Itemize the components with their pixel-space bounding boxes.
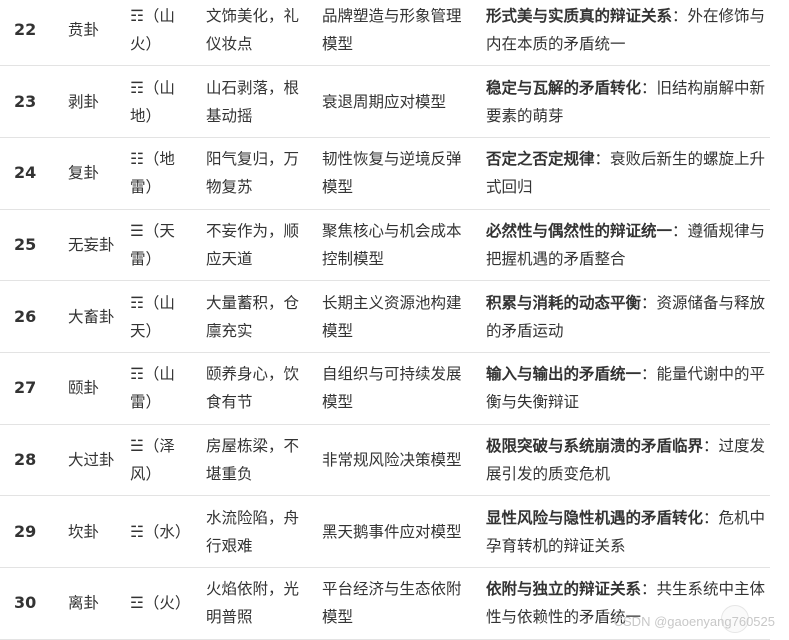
model-text: 衰退周期应对模型: [316, 65, 478, 138]
row-number: 28: [0, 424, 60, 497]
dialectic-cell: 否定之否定规律：衰败后新生的螺旋上升式回归: [478, 137, 770, 210]
model-text: 品牌塑造与形象管理模型: [316, 0, 478, 67]
trigram-icon: ☵: [130, 522, 144, 541]
hexagram-symbol-cell: ☷（地雷）: [124, 137, 200, 210]
trigram-icon: ☶: [130, 293, 144, 312]
dialectic-cell: 输入与输出的矛盾统一：能量代谢中的平衡与失衡辩证: [478, 352, 770, 425]
hexagram-symbol-cell: ☶（山地）: [124, 65, 200, 138]
hexagram-name: 颐卦: [60, 352, 124, 425]
image-text: 水流险陷，舟行艰难: [200, 495, 316, 568]
hexagram-symbol-cell: ☶（山雷）: [124, 352, 200, 425]
dialectic-cell: 积累与消耗的动态平衡：资源储备与释放的矛盾运动: [478, 280, 770, 353]
dialectic-cell: 形式美与实质真的辩证关系：外在修饰与内在本质的矛盾统一: [478, 0, 770, 67]
table-row: 25 无妄卦 ☰（天雷） 不妄作为，顺应天道 聚焦核心与机会成本控制模型 必然性与偶然性的…: [0, 209, 770, 282]
dialectic-keyword: 极限突破与系统崩溃的矛盾临界: [486, 436, 704, 455]
dialectic-keyword: 输入与输出的矛盾统一: [486, 365, 642, 384]
hexagram-name: 剥卦: [60, 65, 124, 138]
dialectic-keyword: 显性风险与隐性机遇的矛盾转化: [486, 508, 704, 527]
table-row: 23 剥卦 ☶（山地） 山石剥落，根基动摇 衰退周期应对模型 稳定与瓦解的矛盾转化：旧结构…: [0, 65, 770, 138]
table-row: 26 大畜卦 ☶（山天） 大量蓄积，仓廪充实 长期主义资源池构建模型 积累与消耗的动态平衡…: [0, 280, 770, 353]
row-number: 23: [0, 65, 60, 138]
image-text: 阳气复归，万物复苏: [200, 137, 316, 210]
dialectic-keyword: 积累与消耗的动态平衡: [486, 293, 642, 312]
model-text: 长期主义资源池构建模型: [316, 280, 478, 353]
trigram-icon: ☱: [130, 436, 144, 455]
table-row: 24 复卦 ☷（地雷） 阳气复归，万物复苏 韧性恢复与逆境反弹模型 否定之否定规律：衰败后…: [0, 137, 770, 210]
dialectic-cell: 稳定与瓦解的矛盾转化：旧结构崩解中新要素的萌芽: [478, 65, 770, 138]
table-row: 27 颐卦 ☶（山雷） 颐养身心，饮食有节 自组织与可持续发展模型 输入与输出的矛盾统一：…: [0, 352, 770, 425]
trigram-icon: ☶: [130, 6, 144, 25]
trigram-label: （火）: [143, 594, 191, 613]
image-text: 颐养身心，饮食有节: [200, 352, 316, 425]
trigram-icon: ☶: [130, 78, 144, 97]
trigram-icon: ☲: [130, 594, 144, 613]
trigram-label: （水）: [143, 522, 191, 541]
trigram-icon: ☶: [130, 365, 144, 384]
hexagram-name: 大过卦: [60, 424, 124, 497]
image-text: 大量蓄积，仓廪充实: [200, 280, 316, 353]
hexagram-symbol-cell: ☲（火）: [124, 567, 200, 640]
row-number: 29: [0, 495, 60, 568]
image-text: 文饰美化，礼仪妆点: [200, 0, 316, 67]
table-row: 29 坎卦 ☵（水） 水流险陷，舟行艰难 黑天鹅事件应对模型 显性风险与隐性机遇的矛盾转化…: [0, 495, 770, 568]
image-text: 火焰依附，光明普照: [200, 567, 316, 640]
image-text: 不妄作为，顺应天道: [200, 209, 316, 282]
table-row: 22 贲卦 ☶（山火） 文饰美化，礼仪妆点 品牌塑造与形象管理模型 形式美与实质真的辩证关…: [0, 0, 770, 67]
row-number: 30: [0, 567, 60, 640]
hexagram-symbol-cell: ☶（山火）: [124, 0, 200, 67]
row-number: 24: [0, 137, 60, 210]
watermark: CSDN @gaoenyang760525: [613, 614, 775, 629]
row-number: 27: [0, 352, 60, 425]
hexagram-name: 贲卦: [60, 0, 124, 67]
dialectic-cell: 必然性与偶然性的辩证统一：遵循规律与把握机遇的矛盾整合: [478, 209, 770, 282]
image-text: 房屋栋梁，不堪重负: [200, 424, 316, 497]
trigram-icon: ☷: [130, 150, 144, 169]
dialectic-cell: 极限突破与系统崩溃的矛盾临界：过度发展引发的质变危机: [478, 424, 770, 497]
row-number: 26: [0, 280, 60, 353]
dialectic-keyword: 稳定与瓦解的矛盾转化: [486, 78, 642, 97]
row-number: 22: [0, 0, 60, 67]
table-row: 28 大过卦 ☱（泽风） 房屋栋梁，不堪重负 非常规风险决策模型 极限突破与系统崩溃的矛盾…: [0, 424, 770, 497]
hexagram-symbol-cell: ☱（泽风）: [124, 424, 200, 497]
hexagram-name: 复卦: [60, 137, 124, 210]
model-text: 黑天鹅事件应对模型: [316, 495, 478, 568]
model-text: 非常规风险决策模型: [316, 424, 478, 497]
dialectic-keyword: 依附与独立的辩证关系: [486, 580, 642, 599]
hexagram-symbol-cell: ☵（水）: [124, 495, 200, 568]
row-number: 25: [0, 209, 60, 282]
model-text: 自组织与可持续发展模型: [316, 352, 478, 425]
trigram-icon: ☰: [130, 221, 144, 240]
hexagram-name: 离卦: [60, 567, 124, 640]
hexagram-name: 无妄卦: [60, 209, 124, 282]
dialectic-keyword: 否定之否定规律: [486, 150, 595, 169]
hexagram-table: 22 贲卦 ☶（山火） 文饰美化，礼仪妆点 品牌塑造与形象管理模型 形式美与实质真的辩证关…: [0, 0, 770, 640]
hexagram-symbol-cell: ☰（天雷）: [124, 209, 200, 282]
model-text: 平台经济与生态依附模型: [316, 567, 478, 640]
dialectic-keyword: 形式美与实质真的辩证关系: [486, 6, 673, 25]
hexagram-symbol-cell: ☶（山天）: [124, 280, 200, 353]
dialectic-keyword: 必然性与偶然性的辩证统一: [486, 221, 673, 240]
model-text: 韧性恢复与逆境反弹模型: [316, 137, 478, 210]
hexagram-name: 大畜卦: [60, 280, 124, 353]
model-text: 聚焦核心与机会成本控制模型: [316, 209, 478, 282]
hexagram-name: 坎卦: [60, 495, 124, 568]
image-text: 山石剥落，根基动摇: [200, 65, 316, 138]
dialectic-cell: 显性风险与隐性机遇的矛盾转化：危机中孕育转机的辩证关系: [478, 495, 770, 568]
